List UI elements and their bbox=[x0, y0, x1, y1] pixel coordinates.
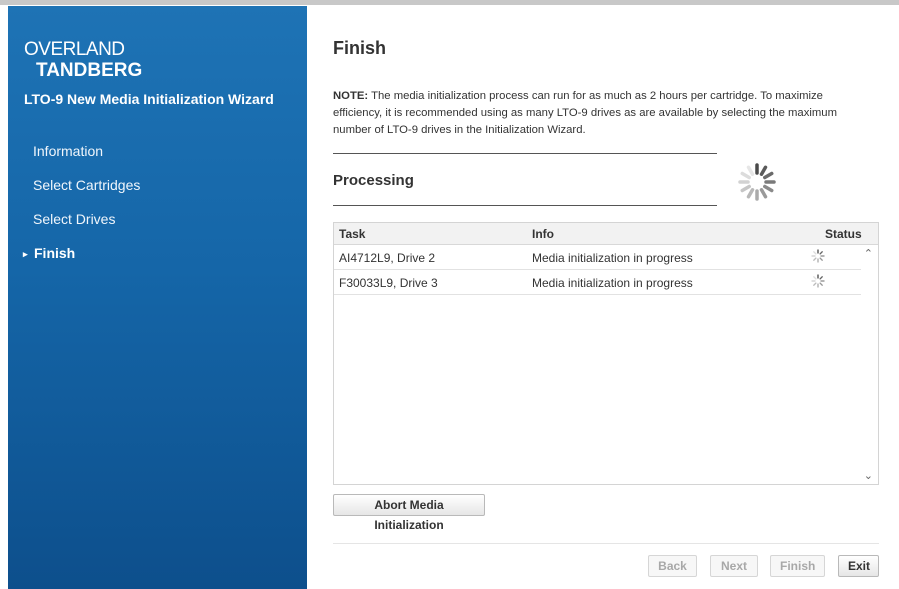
cell-info: Media initialization in progress bbox=[532, 251, 693, 265]
processing-label: Processing bbox=[333, 172, 414, 189]
page-title: Finish bbox=[333, 38, 386, 58]
divider bbox=[333, 153, 717, 154]
step-label: Select Cartridges bbox=[33, 177, 141, 193]
step-label: Finish bbox=[34, 245, 76, 261]
loading-spinner-icon bbox=[735, 160, 779, 204]
wizard-title: LTO-9 New Media Initialization Wizard bbox=[24, 91, 274, 107]
wizard-steps-nav: Information Select Cartridges Select Dri… bbox=[8, 143, 307, 279]
divider bbox=[333, 205, 717, 206]
exit-button[interactable]: Exit bbox=[838, 555, 879, 577]
status-spinner-icon bbox=[811, 249, 825, 263]
back-button[interactable]: Back bbox=[648, 555, 697, 577]
step-label: Select Drives bbox=[33, 211, 116, 227]
wizard-content: Finish NOTE: The media initialization pr… bbox=[333, 0, 881, 589]
task-table: Task Info Status AI4712L9, Drive 2 Media… bbox=[333, 222, 879, 485]
divider bbox=[333, 543, 879, 544]
wizard-sidebar: OVERLAND TANDBERG LTO-9 New Media Initia… bbox=[8, 6, 307, 589]
note-text: NOTE: The media initialization process c… bbox=[333, 88, 868, 139]
column-header-status[interactable]: Status bbox=[825, 227, 862, 241]
cell-task: AI4712L9, Drive 2 bbox=[339, 251, 436, 265]
cell-task: F30033L9, Drive 3 bbox=[339, 276, 438, 290]
step-select-cartridges[interactable]: Select Cartridges bbox=[8, 177, 307, 211]
status-spinner-icon bbox=[811, 274, 825, 288]
note-label: NOTE: bbox=[333, 90, 369, 102]
column-header-task[interactable]: Task bbox=[339, 227, 365, 241]
table-header: Task Info Status bbox=[334, 223, 878, 245]
table-row[interactable]: F30033L9, Drive 3 Media initialization i… bbox=[334, 270, 861, 295]
note-body: The media initialization process can run… bbox=[333, 90, 837, 136]
finish-button[interactable]: Finish bbox=[770, 555, 825, 577]
step-finish[interactable]: ▸ Finish bbox=[8, 245, 307, 279]
step-select-drives[interactable]: Select Drives bbox=[8, 211, 307, 245]
svg-text:TANDBERG: TANDBERG bbox=[36, 60, 142, 80]
abort-media-initialization-button[interactable]: Abort Media Initialization bbox=[333, 494, 485, 532]
step-information[interactable]: Information bbox=[8, 143, 307, 177]
scroll-down-icon[interactable]: ⌄ bbox=[864, 469, 873, 482]
next-button[interactable]: Next bbox=[710, 555, 758, 577]
step-label: Information bbox=[33, 143, 104, 159]
active-step-arrow-icon: ▸ bbox=[23, 249, 28, 259]
table-row[interactable]: AI4712L9, Drive 2 Media initialization i… bbox=[334, 245, 861, 270]
cell-info: Media initialization in progress bbox=[532, 276, 693, 290]
svg-text:OVERLAND: OVERLAND bbox=[24, 39, 125, 60]
scroll-up-icon[interactable]: ⌃ bbox=[864, 247, 873, 260]
column-header-info[interactable]: Info bbox=[532, 227, 554, 241]
company-logo: OVERLAND TANDBERG bbox=[24, 36, 224, 80]
